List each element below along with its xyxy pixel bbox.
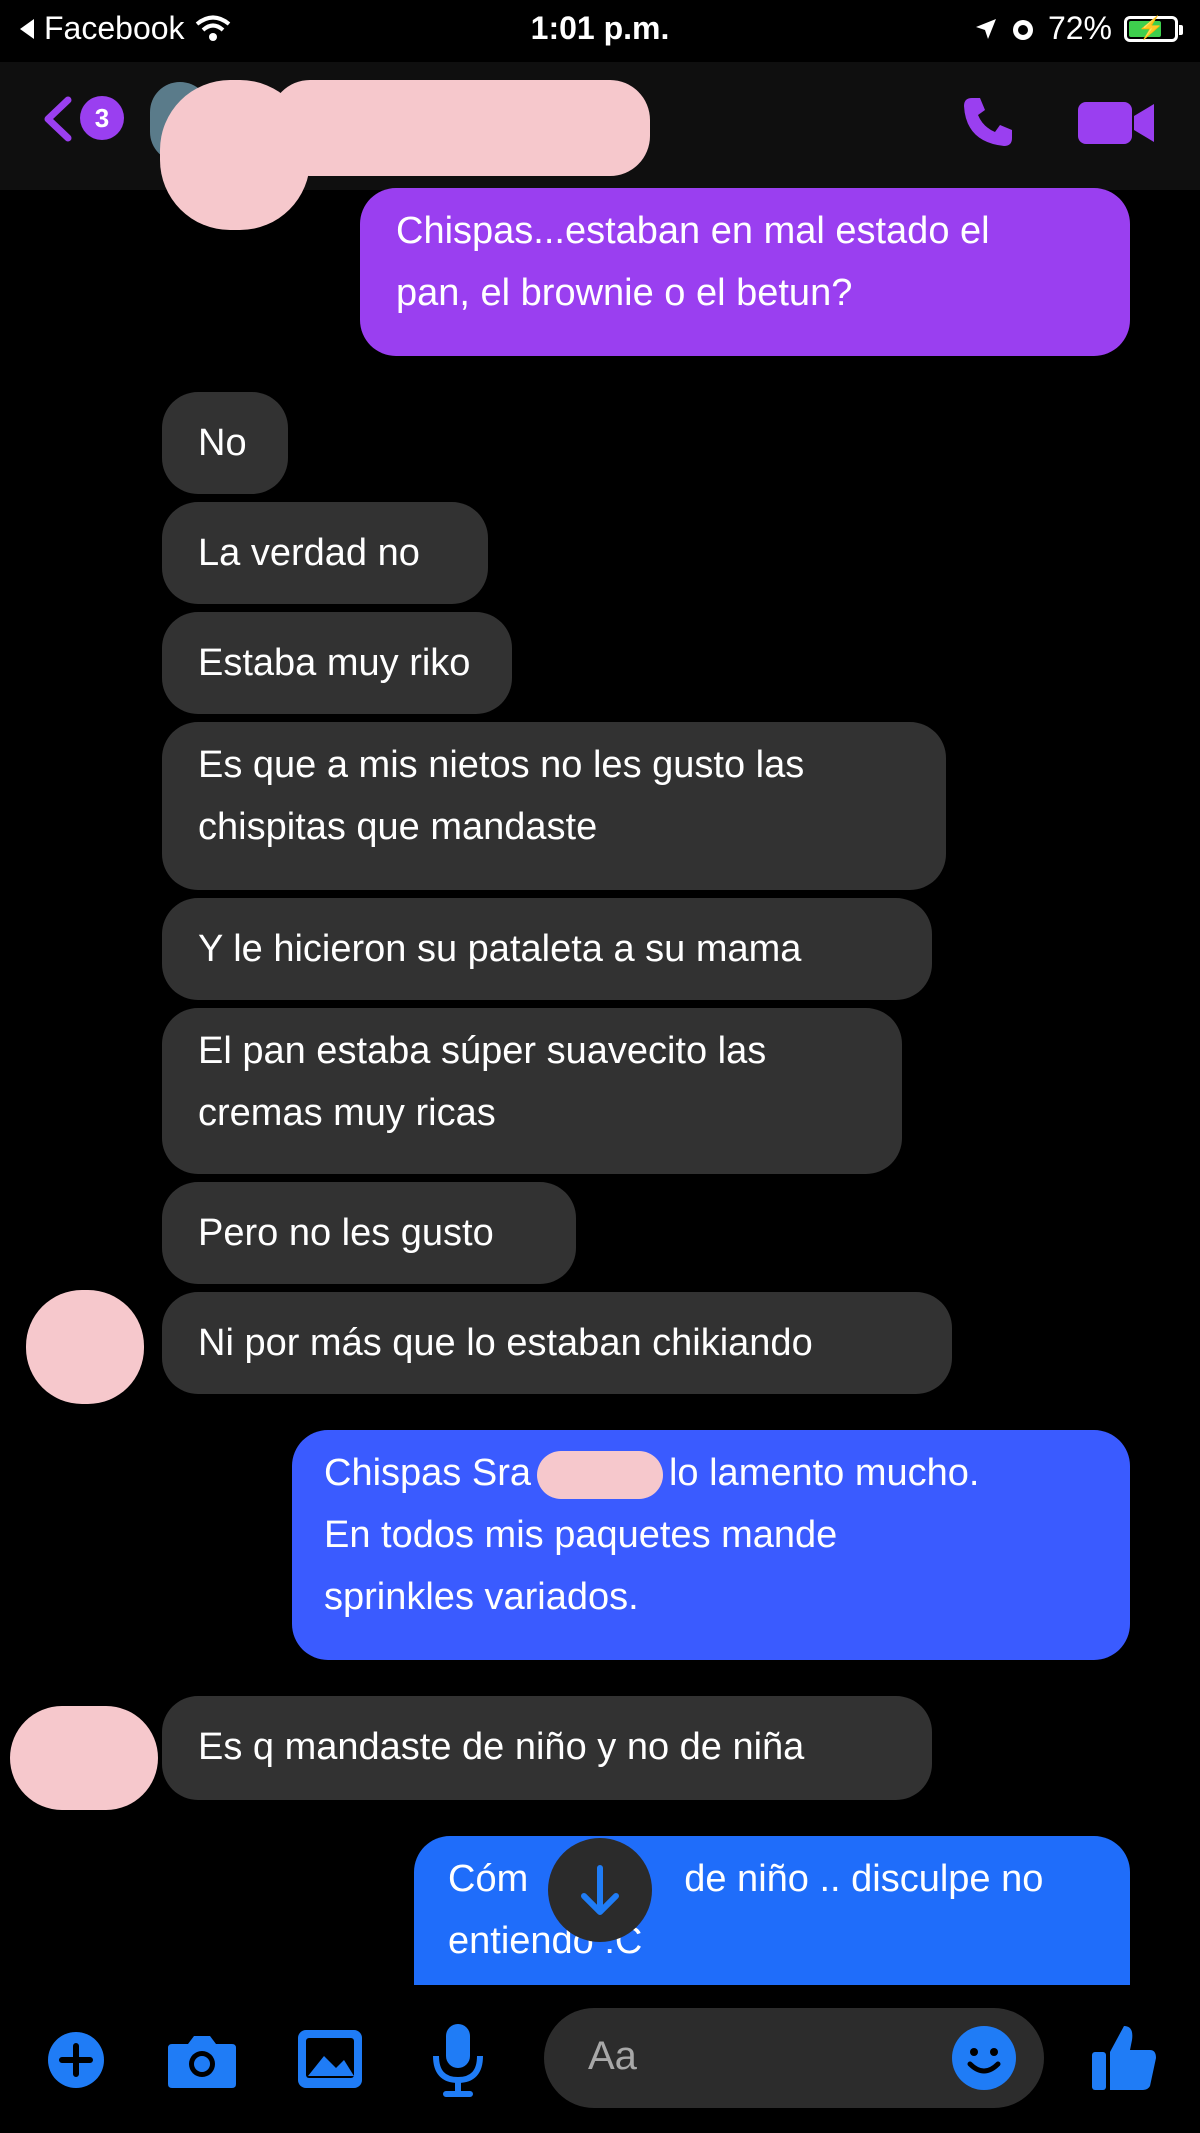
unread-badge: 3 (80, 96, 124, 140)
alarm-icon (1012, 19, 1033, 40)
message-bubble-incoming[interactable]: No (162, 392, 288, 494)
message-input-placeholder: Aa (588, 2034, 637, 2078)
message-bubble-incoming[interactable]: Ni por más que lo estaban chikiando (162, 1292, 952, 1394)
camera-icon[interactable] (166, 2030, 238, 2090)
message-text: Es que a mis nietos no les gusto las (198, 744, 805, 786)
name-redaction (536, 1450, 663, 1499)
message-bubble-incoming[interactable]: Es q mandaste de niño y no de niña (162, 1696, 932, 1800)
message-text: lo lamento mucho. (668, 1452, 980, 1494)
message-bubble-incoming[interactable]: El pan estaba súper suavecito las cremas… (162, 1008, 902, 1174)
charging-bolt-icon: ⚡ (1137, 14, 1165, 40)
message-bubble-outgoing[interactable]: Cóm de niño .. disculpe no entiendo :C (414, 1836, 1130, 1986)
message-text: chispitas que mandaste (198, 806, 598, 848)
message-text: El pan estaba súper suavecito las (198, 1030, 767, 1072)
message-text: Ni por más que lo estaban chikiando (198, 1322, 813, 1364)
video-camera-icon[interactable] (1076, 98, 1156, 148)
message-text: Pero no les gusto (198, 1212, 494, 1254)
contact-name-redaction (270, 80, 650, 176)
message-bubble-incoming[interactable]: Estaba muy riko (162, 612, 512, 714)
message-text: sprinkles variados. (324, 1576, 639, 1618)
message-text: Y le hicieron su pataleta a su mama (198, 928, 802, 970)
plus-icon[interactable] (46, 2030, 106, 2090)
location-arrow-icon (975, 18, 996, 39)
battery-icon: ⚡ (1124, 14, 1183, 42)
message-line: Chispas Sra lo lamento mucho. (324, 1442, 1094, 1504)
message-bubble-incoming[interactable]: Es que a mis nietos no les gusto las chi… (162, 722, 946, 890)
phone-icon[interactable] (958, 92, 1018, 152)
arrow-down-icon (581, 1865, 619, 1915)
message-text: En todos mis paquetes mande (324, 1514, 838, 1556)
message-text: No (198, 422, 247, 464)
status-right: 72% ⚡ (974, 10, 1183, 47)
message-text: de niño .. disculpe no (684, 1858, 1044, 1900)
message-bubble-incoming[interactable]: Pero no les gusto (162, 1182, 576, 1284)
message-text: Chispas...estaban en mal estado el (396, 210, 990, 252)
battery-percent: 72% (1047, 10, 1112, 46)
message-bubble-outgoing[interactable]: Chispas Sra lo lamento mucho. En todos mi… (292, 1430, 1130, 1660)
emoji-icon[interactable] (950, 2024, 1018, 2092)
message-text: pan, el brownie o el betun? (396, 272, 853, 314)
message-text: La verdad no (198, 532, 420, 574)
message-text: Cóm (448, 1858, 529, 1900)
image-icon[interactable] (296, 2028, 364, 2090)
conversation-header: 3 (0, 62, 1200, 230)
message-bubble-outgoing[interactable]: Chispas...estaban en mal estado el pan, … (360, 188, 1130, 356)
avatar-redaction (26, 1290, 144, 1404)
message-line: Cóm de niño .. disculpe no (448, 1848, 1094, 1910)
thumbs-up-icon[interactable] (1090, 2022, 1158, 2094)
message-text: Es q mandaste de niño y no de niña (198, 1726, 805, 1768)
message-bubble-incoming[interactable]: La verdad no (162, 502, 488, 604)
message-text: Chispas Sra (324, 1452, 531, 1494)
scroll-to-bottom-button[interactable] (548, 1838, 652, 1942)
microphone-icon[interactable] (430, 2022, 486, 2098)
status-bar: Facebook 1:01 p.m. 72% ⚡ (0, 0, 1200, 62)
message-text: entiendo :C (448, 1920, 643, 1962)
message-text: Estaba muy riko (198, 642, 471, 684)
message-text: cremas muy ricas (198, 1092, 496, 1134)
message-bubble-incoming[interactable]: Y le hicieron su pataleta a su mama (162, 898, 932, 1000)
avatar-redaction (10, 1706, 158, 1810)
